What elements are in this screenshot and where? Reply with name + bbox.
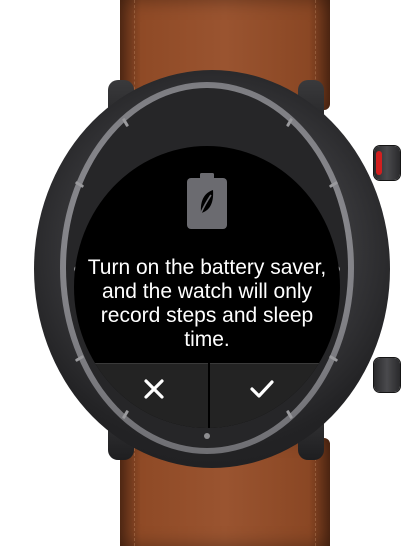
battery-saver-message: Turn on the battery saver, and the watch…: [74, 256, 340, 352]
message-line: and the watch will only: [101, 280, 313, 303]
confirm-button[interactable]: [210, 364, 340, 414]
crown-button-top[interactable]: [374, 146, 400, 180]
dial-marker: [121, 117, 130, 128]
check-icon: [250, 380, 274, 398]
watch-screen: Turn on the battery saver, and the watch…: [74, 146, 340, 428]
message-line: record steps and sleep: [100, 304, 314, 327]
message-line: Turn on the battery saver,: [87, 256, 327, 279]
crown-button-bottom[interactable]: [374, 358, 400, 392]
message-line: time.: [184, 328, 230, 351]
dial-marker: [204, 433, 210, 439]
battery-saver-icon: [187, 173, 227, 229]
close-icon: [144, 379, 164, 399]
cancel-button[interactable]: [74, 364, 206, 414]
